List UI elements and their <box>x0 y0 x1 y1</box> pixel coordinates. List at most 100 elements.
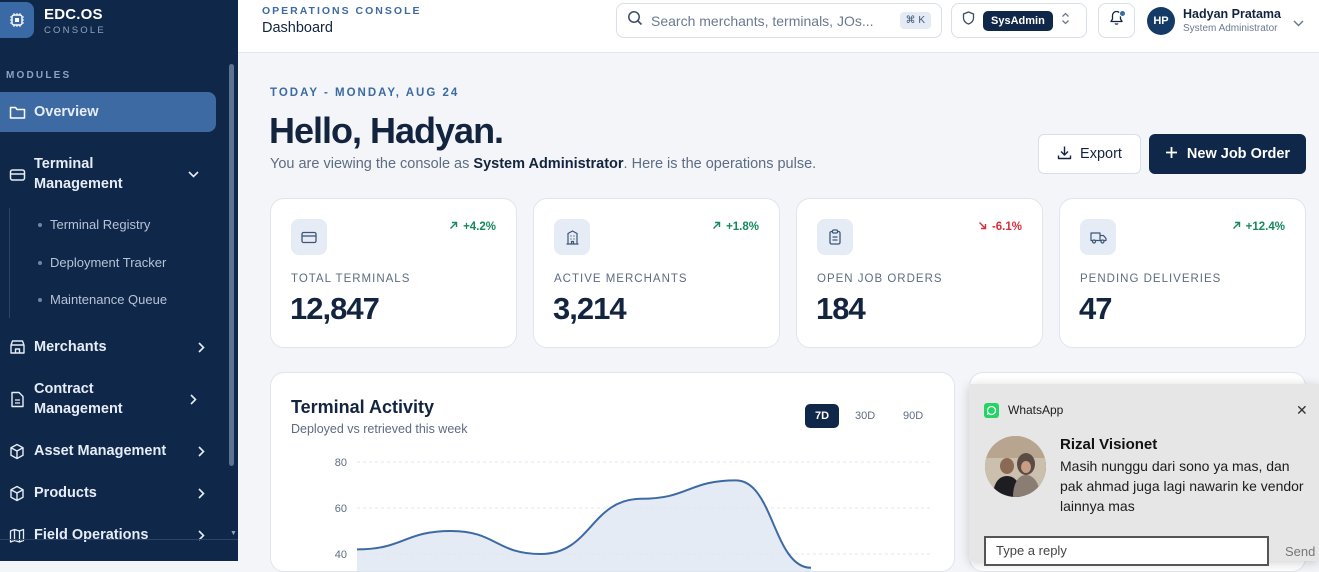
trend-up-icon <box>712 221 721 233</box>
stat-change-value: +4.2% <box>463 221 496 233</box>
stat-label: ACTIVE MERCHANTS <box>554 273 688 285</box>
sidebar-item-label: Asset Management <box>34 443 167 459</box>
terminal-icon <box>0 167 34 182</box>
search-input[interactable]: Search merchants, terminals, JOs... <box>651 13 892 29</box>
export-button[interactable]: Export <box>1038 134 1141 174</box>
store-icon <box>0 339 34 355</box>
range-tab-90d[interactable]: 90D <box>893 404 933 428</box>
notification-dot <box>1119 10 1126 17</box>
sidebar-subitem-deployment-tracker[interactable]: Deployment Tracker <box>38 255 166 270</box>
clipboard-icon <box>817 219 853 255</box>
y-tick-label: 60 <box>335 503 347 515</box>
series-area <box>357 480 811 571</box>
stat-card-pending-deliveries[interactable]: +12.4% PENDING DELIVERIES 47 <box>1059 198 1306 348</box>
new-job-order-button[interactable]: New Job Order <box>1149 134 1306 174</box>
chart-subtitle: Deployed vs retrieved this week <box>291 422 468 436</box>
sidebar-item-merchants[interactable]: Merchants <box>0 337 216 357</box>
range-tab-30d[interactable]: 30D <box>845 404 885 428</box>
sidebar-item-contract-management[interactable]: Contract Management <box>0 379 216 419</box>
building-icon <box>554 219 590 255</box>
brand: EDC.OS CONSOLE <box>0 0 238 53</box>
search-shortcut-badge: ⌘ K <box>899 12 931 29</box>
stat-change: +1.8% <box>712 221 759 233</box>
scroll-down-icon[interactable]: ▼ <box>230 530 237 537</box>
chevron-right-icon[interactable] <box>186 445 216 457</box>
stat-card-total-terminals[interactable]: +4.2% TOTAL TERMINALS 12,847 <box>270 198 517 348</box>
send-button[interactable]: Send <box>1285 544 1315 559</box>
sidebar-subitem-label: Terminal Registry <box>50 217 151 232</box>
stat-label: TOTAL TERMINALS <box>291 273 411 285</box>
stat-change-value: +1.8% <box>726 221 759 233</box>
subtitle-suffix: . Here is the operations pulse. <box>623 156 817 172</box>
map-icon <box>0 528 34 543</box>
chevron-updown-icon <box>1061 12 1070 30</box>
range-tab-7d[interactable]: 7D <box>805 404 840 428</box>
bullet-icon <box>38 260 42 265</box>
notification-app-name: WhatsApp <box>1008 403 1064 417</box>
whatsapp-notification[interactable]: WhatsApp ✕ Rizal Visionet Masih nunggu d… <box>969 384 1319 566</box>
y-tick-label: 80 <box>335 457 347 469</box>
sidebar-item-label: Products <box>34 485 97 501</box>
avatar[interactable]: HP <box>1147 7 1175 35</box>
role-switcher[interactable]: SysAdmin <box>951 3 1087 38</box>
whatsapp-icon <box>984 403 999 418</box>
reply-input[interactable]: Type a reply <box>984 536 1269 566</box>
sidebar-item-overview[interactable]: Overview <box>0 92 216 132</box>
brand-title: EDC.OS <box>44 6 103 23</box>
date-line: TODAY - MONDAY, AUG 24 <box>270 87 460 99</box>
shield-icon <box>962 11 975 30</box>
stat-label: PENDING DELIVERIES <box>1080 273 1222 285</box>
stat-card-active-merchants[interactable]: +1.8% ACTIVE MERCHANTS 3,214 <box>533 198 780 348</box>
card-icon <box>291 219 327 255</box>
topbar: OPERATIONS CONSOLE Dashboard Search merc… <box>238 0 1319 53</box>
stat-value: 3,214 <box>553 291 627 326</box>
stat-label: OPEN JOB ORDERS <box>817 273 943 285</box>
new-job-label: New Job Order <box>1186 146 1291 162</box>
user-name[interactable]: Hadyan Pratama <box>1183 7 1281 21</box>
box-icon <box>0 443 34 460</box>
chevron-down-icon[interactable] <box>1293 14 1304 32</box>
submenu-guide-line <box>9 208 10 318</box>
export-label: Export <box>1080 146 1122 162</box>
sidebar-item-terminal-management[interactable]: Terminal Management <box>0 154 216 194</box>
notification-message: Masih nunggu dari sono ya mas, dan pak a… <box>1060 458 1304 514</box>
sidebar-subitem-label: Deployment Tracker <box>50 255 167 270</box>
stat-value: 12,847 <box>290 291 380 326</box>
sender-name: Rizal Visionet <box>1060 436 1158 453</box>
notifications-button[interactable] <box>1098 3 1135 38</box>
stat-value: 47 <box>1079 291 1112 326</box>
truck-icon <box>1080 219 1116 255</box>
sidebar-scrollbar[interactable] <box>229 64 234 466</box>
trend-up-icon <box>449 221 458 233</box>
folder-icon <box>0 105 34 120</box>
stat-change-value: -6.1% <box>991 221 1022 233</box>
trend-down-icon <box>978 221 987 233</box>
chevron-right-icon[interactable] <box>178 393 208 405</box>
close-icon[interactable]: ✕ <box>1296 402 1308 419</box>
subtitle-role: System Administrator <box>473 156 624 172</box>
terminal-activity-card: 80 60 40 Terminal Activity Deployed vs ret… <box>270 372 955 572</box>
sidebar-item-label: Merchants <box>34 339 107 355</box>
stat-value: 184 <box>816 291 866 326</box>
role-badge: SysAdmin <box>983 10 1053 31</box>
sidebar-item-products[interactable]: Products <box>0 483 216 503</box>
sidebar: EDC.OS CONSOLE MODULES Overview Terminal… <box>0 0 238 561</box>
sidebar-subitem-maintenance-queue[interactable]: Maintenance Queue <box>38 292 167 307</box>
brand-subtitle: CONSOLE <box>44 25 106 36</box>
search-box[interactable]: Search merchants, terminals, JOs... ⌘ K <box>616 3 942 38</box>
chevron-down-icon[interactable] <box>178 170 208 178</box>
user-role: System Administrator <box>1183 23 1278 34</box>
bullet-icon <box>38 297 42 302</box>
sidebar-subitem-label: Maintenance Queue <box>50 292 168 307</box>
sidebar-item-asset-management[interactable]: Asset Management <box>0 441 216 461</box>
chevron-right-icon[interactable] <box>186 487 216 499</box>
chevron-right-icon[interactable] <box>186 341 216 353</box>
sender-avatar <box>985 436 1046 497</box>
stat-card-open-job-orders[interactable]: -6.1% OPEN JOB ORDERS 184 <box>796 198 1043 348</box>
sidebar-item-field-operations[interactable]: Field Operations <box>0 525 216 545</box>
greeting-subtitle: You are viewing the console as System Ad… <box>270 156 816 172</box>
y-tick-label: 40 <box>335 549 347 561</box>
sidebar-subitem-terminal-registry[interactable]: Terminal Registry <box>38 217 150 232</box>
sidebar-item-label: Contract Management <box>34 381 123 417</box>
search-icon <box>627 10 643 31</box>
